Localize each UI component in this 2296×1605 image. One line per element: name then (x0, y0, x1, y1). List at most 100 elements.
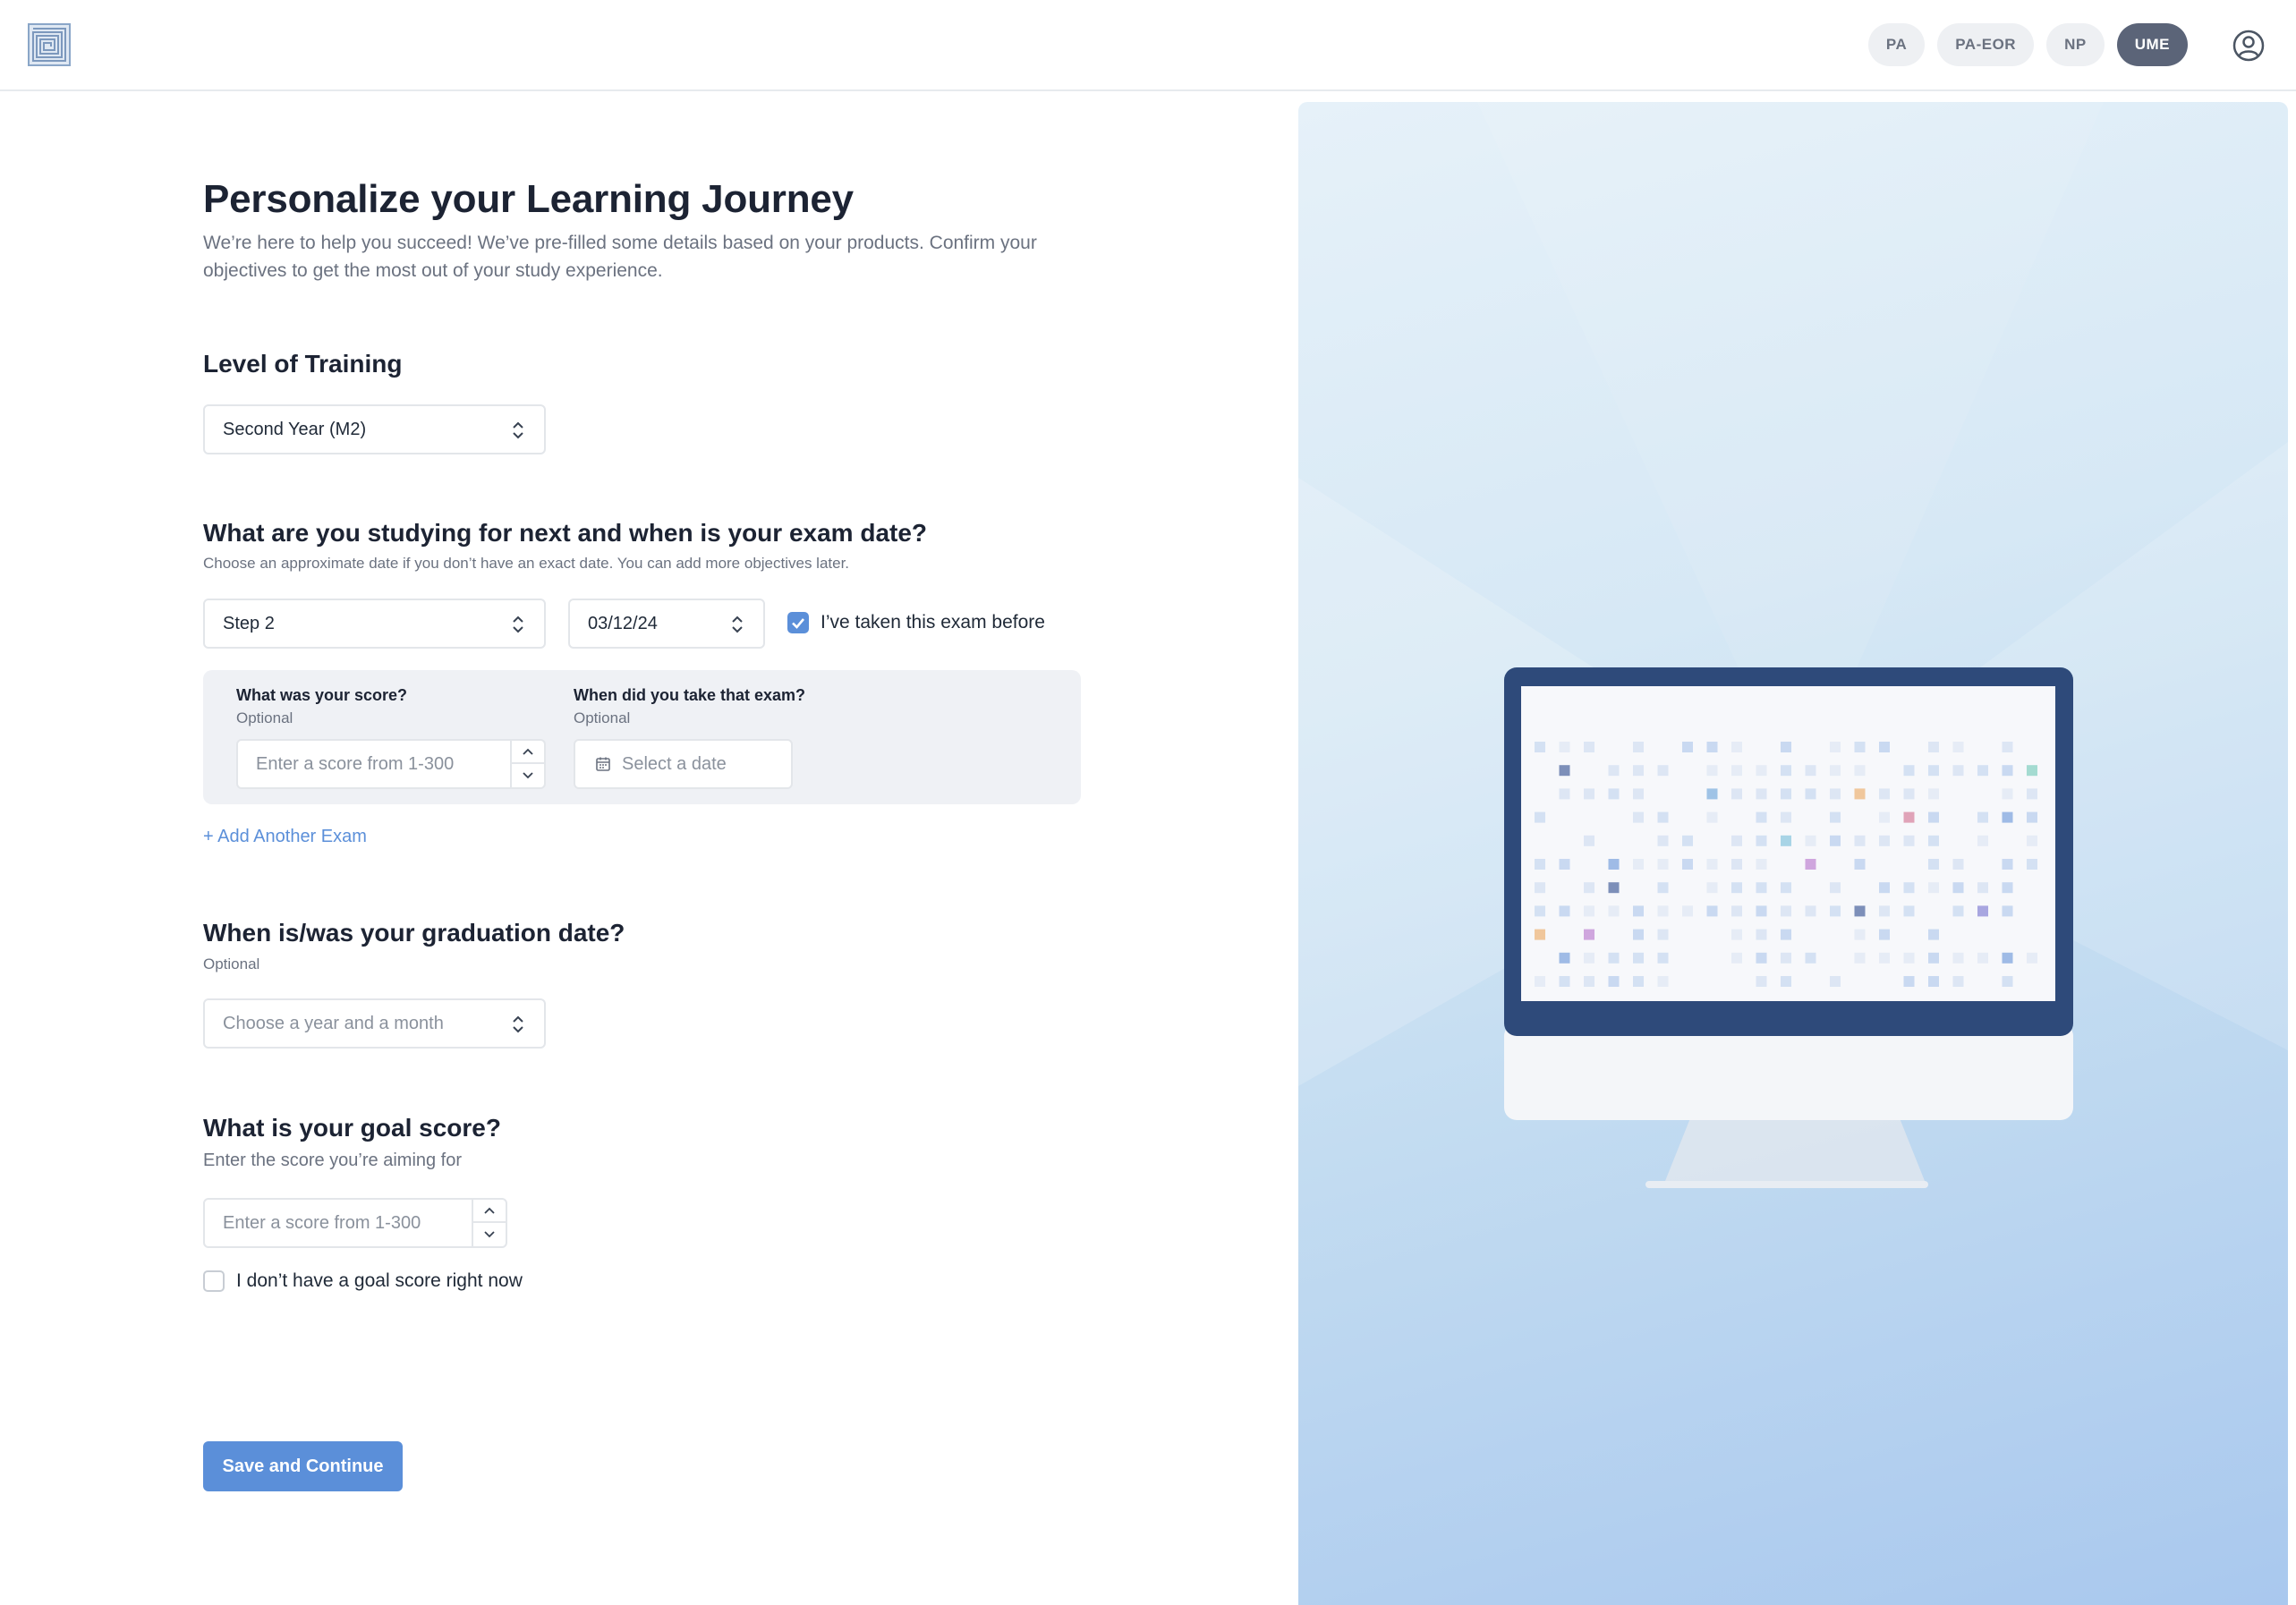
heatmap-cell (1731, 765, 1742, 777)
heatmap-cell (2027, 788, 2037, 800)
calendar-icon (596, 757, 610, 771)
exam-heading: What are you studying for next and when … (203, 519, 928, 547)
previous-exam-panel: What was your score? Optional Enter a sc… (203, 670, 1081, 804)
increment-button[interactable] (473, 1200, 506, 1223)
heatmap-cell (1731, 882, 1742, 894)
heatmap-cell (1805, 765, 1816, 777)
heatmap-cell (1928, 811, 1939, 823)
heatmap-cell (1633, 905, 1644, 917)
chevron-up-down-icon (513, 616, 523, 633)
heatmap-cell (2002, 765, 2013, 777)
heatmap-cell (1928, 835, 1939, 846)
decrement-button[interactable] (512, 764, 544, 787)
heatmap-cell (1830, 788, 1841, 800)
heatmap-cell (1977, 765, 1988, 777)
heatmap-cell (1854, 765, 1866, 777)
heatmap-cell (1682, 859, 1693, 870)
product-pill-np[interactable]: NP (2046, 23, 2105, 66)
heatmap-cell (1633, 788, 1644, 800)
exam-select[interactable]: Step 2 (203, 599, 546, 649)
heatmap-cell (1903, 835, 1915, 846)
page-title: Personalize your Learning Journey (203, 177, 854, 221)
product-pill-pa[interactable]: PA (1867, 23, 1926, 66)
taken-before-checkbox[interactable] (787, 612, 809, 633)
user-account-icon[interactable] (2232, 29, 2266, 63)
heatmap-cell (1633, 976, 1644, 987)
heatmap-cell (1830, 976, 1841, 987)
heatmap-cell (1781, 929, 1791, 940)
heatmap-cell (1706, 788, 1718, 800)
heatmap-cell (1608, 952, 1620, 964)
heatmap-cell (1977, 882, 1988, 894)
heatmap-cell (1903, 976, 1915, 987)
taken-date-label: When did you take that exam? (574, 686, 806, 704)
no-goal-label: I don’t have a goal score right now (236, 1270, 523, 1291)
heatmap-cell (1682, 905, 1693, 917)
exam-date-value: 03/12/24 (588, 613, 658, 633)
level-select[interactable]: Second Year (M2) (203, 404, 546, 454)
heatmap-cell (1781, 882, 1791, 894)
score-stepper[interactable] (510, 741, 544, 787)
heatmap-cell (1903, 788, 1915, 800)
decrement-button[interactable] (473, 1223, 506, 1246)
heatmap-cell (1731, 788, 1742, 800)
heatmap-cell (1756, 835, 1767, 846)
heatmap-cell (1731, 929, 1742, 940)
heatmap-cell (1559, 742, 1570, 752)
heatmap-cell (1879, 882, 1890, 894)
goal-score-input[interactable]: Enter a score from 1-300 (203, 1198, 507, 1248)
page-intro: We’re here to help you succeed! We’ve pr… (203, 233, 1037, 281)
save-and-continue-button[interactable]: Save and Continue (203, 1441, 403, 1491)
product-pill-pa-eor[interactable]: PA-EOR (1937, 23, 2035, 66)
heatmap-cell (1657, 765, 1669, 777)
app-logo-icon[interactable] (28, 23, 71, 66)
heatmap-cell (1756, 976, 1767, 987)
graduation-placeholder: Choose a year and a month (223, 1013, 444, 1033)
heatmap-cell (1928, 882, 1939, 894)
heatmap-cell (1879, 811, 1890, 823)
no-goal-checkbox[interactable] (203, 1270, 225, 1292)
heatmap-cell (1559, 905, 1570, 917)
heatmap-cell (1584, 788, 1594, 800)
heatmap-cell (1559, 952, 1570, 964)
graduation-select[interactable]: Choose a year and a month (203, 998, 546, 1049)
heatmap-cell (2002, 952, 2013, 964)
heatmap-cell (1830, 905, 1841, 917)
heatmap-cell (1781, 742, 1791, 752)
heatmap-cell (1928, 765, 1939, 777)
heatmap-cell (1584, 742, 1594, 752)
product-pill-ume[interactable]: UME (2116, 23, 2188, 66)
heatmap-cell (1830, 742, 1841, 752)
heatmap-cell (1854, 835, 1866, 846)
heatmap-cell (1977, 811, 1988, 823)
product-switcher: PA PA-EOR NP UME (1867, 23, 2188, 66)
heatmap-cell (1952, 765, 1964, 777)
heatmap-cell (1903, 952, 1915, 964)
goal-score-stepper[interactable] (472, 1200, 506, 1246)
heatmap-cell (1608, 905, 1620, 917)
heatmap-cell (1657, 929, 1669, 940)
increment-button[interactable] (512, 741, 544, 764)
heatmap-cell (1756, 929, 1767, 940)
heatmap-cell (1535, 905, 1545, 917)
heatmap-cell (1928, 929, 1939, 940)
heatmap-cell (1657, 859, 1669, 870)
heatmap-cell (1535, 742, 1545, 752)
level-heading: Level of Training (203, 350, 403, 378)
previous-score-input[interactable]: Enter a score from 1-300 (236, 739, 546, 789)
chevron-up-icon (523, 748, 533, 755)
add-another-exam-link[interactable]: + Add Another Exam (203, 827, 367, 847)
heatmap-cell (1977, 905, 1988, 917)
exam-date-select[interactable]: 03/12/24 (568, 599, 765, 649)
heatmap-cell (1559, 859, 1570, 870)
heatmap-cell (1535, 929, 1545, 940)
heatmap-cell (1756, 788, 1767, 800)
heatmap-cell (1928, 742, 1939, 752)
taken-date-input[interactable]: Select a date (574, 739, 793, 789)
heatmap-cell (1781, 835, 1791, 846)
heatmap-cell (1584, 882, 1594, 894)
heatmap-cell (1952, 952, 1964, 964)
heatmap-cell (1657, 976, 1669, 987)
heatmap-cell (1781, 905, 1791, 917)
heatmap-cell (1781, 765, 1791, 777)
